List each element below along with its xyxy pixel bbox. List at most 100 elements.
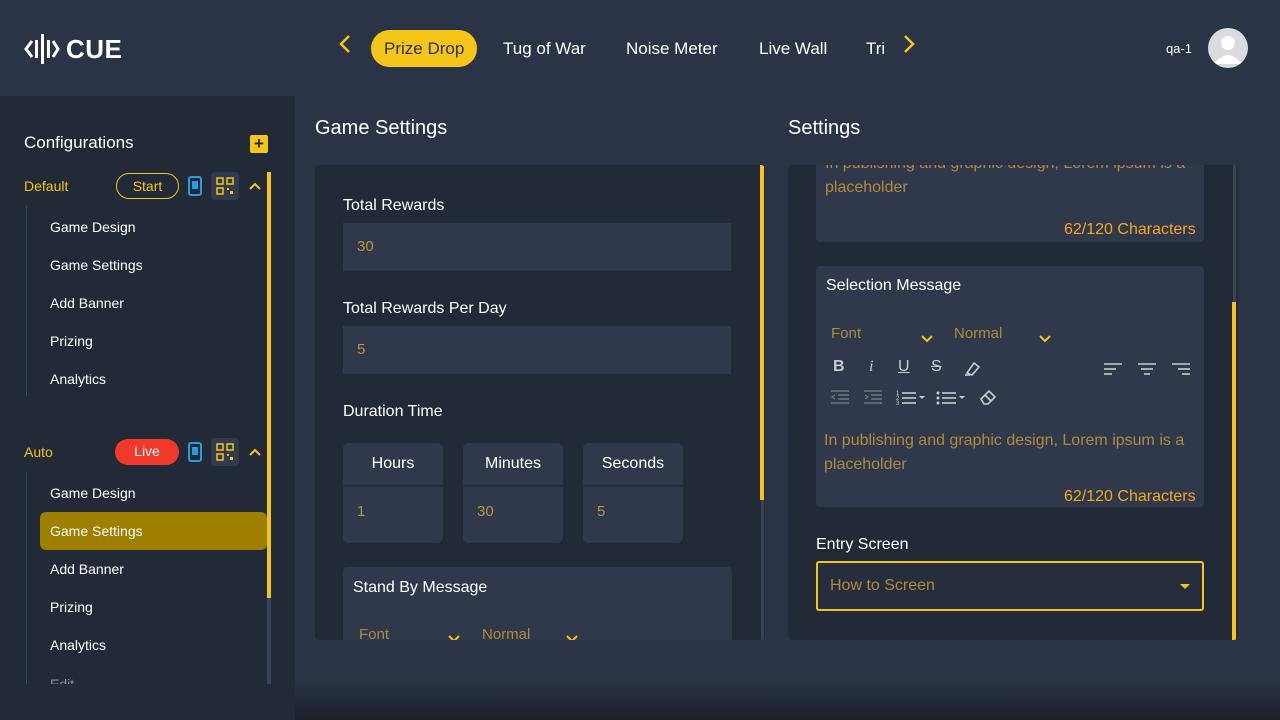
chevron-down-icon[interactable] bbox=[565, 630, 579, 640]
mobile-icon bbox=[188, 176, 202, 196]
settings-title: Settings bbox=[788, 117, 861, 139]
sidebar-item-game-design[interactable]: Game Design bbox=[50, 485, 136, 501]
settings-panel: In publishing and graphic design, Lorem … bbox=[788, 165, 1238, 640]
seconds-label: Seconds bbox=[601, 455, 665, 472]
tab-tri[interactable]: Tri bbox=[853, 30, 884, 67]
footer-bar bbox=[295, 680, 1280, 720]
bold-icon[interactable]: B bbox=[833, 358, 845, 376]
tab-prize-drop[interactable]: Prize Drop bbox=[371, 30, 478, 67]
selection-message-label: Selection Message bbox=[826, 277, 962, 294]
stand-by-message-editor: Stand By Message Font Normal bbox=[343, 567, 732, 640]
italic-icon[interactable]: i bbox=[869, 358, 873, 376]
qr-code-button[interactable] bbox=[211, 172, 239, 200]
indent-icon[interactable] bbox=[864, 390, 882, 409]
tabs-next-arrow-icon[interactable] bbox=[902, 34, 916, 60]
qr-code-button[interactable] bbox=[211, 438, 239, 466]
cue-logo[interactable]: CUE bbox=[24, 32, 122, 66]
game-settings-panel: Total Rewards 30 Total Rewards Per Day 5… bbox=[315, 165, 765, 640]
sidebar-item-analytics[interactable]: Analytics bbox=[50, 371, 106, 387]
qr-code-icon bbox=[216, 177, 234, 195]
logo-waveform-icon bbox=[24, 34, 60, 64]
scrollbar-thumb[interactable] bbox=[1232, 302, 1236, 640]
align-left-icon[interactable] bbox=[1104, 362, 1122, 380]
tab-noise-meter[interactable]: Noise Meter bbox=[613, 30, 731, 67]
scrollbar-thumb[interactable] bbox=[760, 165, 764, 500]
mobile-preview-button[interactable] bbox=[181, 438, 209, 466]
selection-message-editor: Selection Message Font Normal B i U S 1 … bbox=[816, 266, 1204, 507]
collapse-chevron-up-icon[interactable] bbox=[248, 444, 262, 460]
top-message-text[interactable]: In publishing and graphic design, Lorem … bbox=[825, 165, 1201, 200]
selection-character-count: 62/120 Characters bbox=[1064, 488, 1196, 505]
total-rewards-per-day-input[interactable]: 5 bbox=[343, 326, 731, 374]
menu-tree-line bbox=[26, 206, 27, 396]
total-rewards-per-day-label: Total Rewards Per Day bbox=[343, 300, 507, 317]
minutes-label: Minutes bbox=[484, 455, 542, 472]
plus-icon: + bbox=[254, 134, 264, 153]
game-tabs: Prize Drop Tug of War Noise Meter Live W… bbox=[354, 0, 884, 96]
start-button[interactable]: Start bbox=[116, 173, 179, 199]
entry-screen-value: How to Screen bbox=[830, 577, 935, 594]
sidebar-scrollbar-thumb[interactable] bbox=[267, 172, 271, 598]
tabs-prev-arrow-icon[interactable] bbox=[338, 34, 352, 60]
menu-tree-line bbox=[26, 472, 27, 684]
size-select[interactable]: Normal bbox=[954, 325, 1002, 342]
live-badge[interactable]: Live bbox=[115, 439, 179, 465]
sidebar-item-game-settings[interactable]: Game Settings bbox=[50, 257, 143, 273]
sidebar-item-prizing[interactable]: Prizing bbox=[50, 333, 93, 349]
group-name-auto[interactable]: Auto bbox=[24, 444, 53, 460]
add-configuration-button[interactable]: + bbox=[250, 135, 268, 153]
underline-icon[interactable]: U bbox=[898, 358, 910, 376]
minutes-box: Minutes 30 bbox=[463, 443, 563, 543]
collapse-chevron-up-icon[interactable] bbox=[248, 178, 262, 194]
qr-code-icon bbox=[216, 443, 234, 461]
total-rewards-label: Total Rewards bbox=[343, 197, 445, 214]
font-select[interactable]: Font bbox=[359, 626, 389, 640]
entry-screen-label: Entry Screen bbox=[816, 536, 909, 553]
hours-input[interactable]: 1 bbox=[343, 485, 443, 537]
outdent-icon[interactable] bbox=[830, 390, 849, 409]
sidebar-item-game-settings-active[interactable]: Game Settings bbox=[50, 523, 143, 539]
logo-text: CUE bbox=[66, 33, 123, 64]
group-name-default[interactable]: Default bbox=[24, 178, 68, 194]
sidebar-item-prizing[interactable]: Prizing bbox=[50, 599, 93, 615]
size-select[interactable]: Normal bbox=[482, 626, 530, 640]
tab-live-wall[interactable]: Live Wall bbox=[746, 30, 840, 67]
stand-by-message-label: Stand By Message bbox=[353, 579, 488, 596]
numbered-list-icon[interactable]: 123 bbox=[896, 389, 926, 410]
strikethrough-icon[interactable]: S bbox=[931, 358, 942, 376]
sidebar-title: Configurations bbox=[24, 133, 134, 152]
hours-box: Hours 1 bbox=[343, 443, 443, 543]
tab-tug-of-war[interactable]: Tug of War bbox=[490, 30, 599, 67]
chevron-down-icon[interactable] bbox=[1038, 330, 1052, 348]
font-select[interactable]: Font bbox=[831, 325, 861, 342]
user-icon bbox=[1214, 36, 1242, 64]
mobile-preview-button[interactable] bbox=[181, 172, 209, 200]
seconds-input[interactable]: 5 bbox=[583, 485, 683, 537]
sidebar-item-add-banner[interactable]: Add Banner bbox=[50, 561, 124, 577]
align-right-icon[interactable] bbox=[1172, 362, 1190, 380]
mobile-icon bbox=[188, 442, 202, 462]
svg-text:3: 3 bbox=[896, 401, 900, 405]
chevron-down-icon[interactable] bbox=[920, 330, 934, 348]
clear-formatting-eraser-icon[interactable] bbox=[979, 388, 997, 411]
caret-down-icon bbox=[1180, 563, 1190, 628]
avatar[interactable] bbox=[1208, 28, 1248, 68]
bulleted-list-icon[interactable] bbox=[936, 389, 966, 410]
hours-label: Hours bbox=[371, 455, 415, 472]
user-name[interactable]: qa-1 bbox=[1166, 41, 1192, 56]
sidebar-item-add-banner[interactable]: Add Banner bbox=[50, 295, 124, 311]
align-center-icon[interactable] bbox=[1138, 362, 1156, 380]
top-character-count: 62/120 Characters bbox=[1064, 221, 1196, 238]
sidebar-item-edit[interactable]: Edit bbox=[50, 676, 74, 684]
entry-screen-select[interactable]: How to Screen bbox=[816, 561, 1204, 611]
sidebar-item-analytics[interactable]: Analytics bbox=[50, 637, 106, 653]
sidebar-item-game-design[interactable]: Game Design bbox=[50, 219, 136, 235]
sidebar-item-edit-clip: Edit bbox=[40, 672, 260, 684]
total-rewards-input[interactable]: 30 bbox=[343, 223, 731, 271]
seconds-box: Seconds 5 bbox=[583, 443, 683, 543]
game-settings-title: Game Settings bbox=[315, 117, 448, 139]
chevron-down-icon[interactable] bbox=[447, 630, 461, 640]
highlighter-icon[interactable] bbox=[964, 360, 982, 381]
selection-message-text[interactable]: In publishing and graphic design, Lorem … bbox=[824, 429, 1200, 477]
minutes-input[interactable]: 30 bbox=[463, 485, 563, 537]
